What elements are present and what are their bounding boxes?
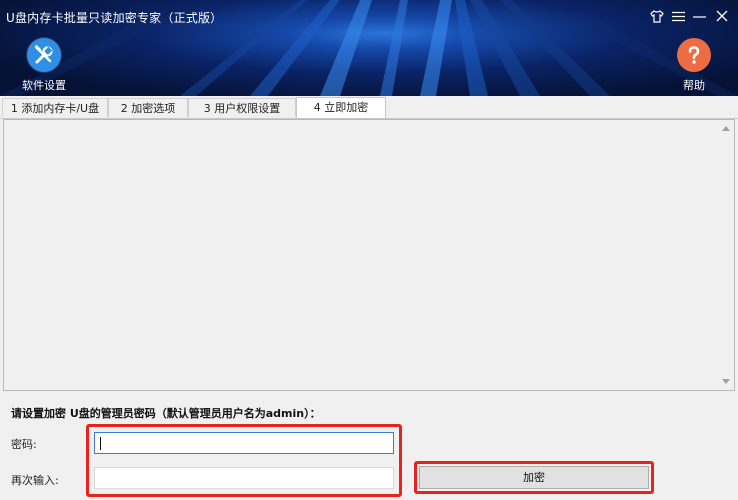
highlight-box-button [414, 461, 654, 494]
skin-button[interactable] [646, 6, 668, 26]
highlight-box-inputs [86, 424, 402, 497]
tab-encrypt-options[interactable]: 2 加密选项 [108, 98, 188, 117]
settings-label: 软件设置 [22, 79, 66, 92]
question-icon [677, 38, 711, 72]
tab-add-card[interactable]: 1 添加内存卡/U盘 [2, 98, 108, 117]
minimize-icon [692, 15, 706, 18]
close-icon [716, 10, 728, 22]
tab-encrypt-now[interactable]: 4 立即加密 [296, 97, 386, 118]
help-label: 帮助 [683, 79, 705, 92]
shirt-icon [650, 9, 664, 23]
tab-permissions[interactable]: 3 用户权限设置 [188, 98, 296, 117]
confirm-password-label: 再次输入: [11, 474, 59, 487]
password-prompt: 请设置加密 U盘的管理员密码（默认管理员用户名为admin）： [11, 407, 321, 420]
menu-button[interactable] [667, 6, 689, 26]
password-label: 密码: [11, 438, 37, 451]
minimize-button[interactable] [688, 6, 710, 26]
close-button[interactable] [711, 6, 733, 26]
header-banner: U盘内存卡批量只读加密专家（正式版） 软件设置 帮助 [0, 0, 738, 96]
vertical-scrollbar[interactable] [718, 120, 734, 390]
tools-icon [27, 38, 61, 72]
window-title: U盘内存卡批量只读加密专家（正式版） [6, 11, 223, 25]
settings-tool-button[interactable]: 软件设置 [14, 38, 74, 93]
scroll-up-icon[interactable] [722, 126, 730, 131]
scroll-down-icon[interactable] [722, 379, 730, 384]
help-tool-button[interactable]: 帮助 [664, 38, 724, 93]
menu-icon [671, 11, 685, 21]
tab-bar: 1 添加内存卡/U盘 2 加密选项 3 用户权限设置 4 立即加密 [0, 96, 738, 119]
content-panel [3, 119, 735, 391]
